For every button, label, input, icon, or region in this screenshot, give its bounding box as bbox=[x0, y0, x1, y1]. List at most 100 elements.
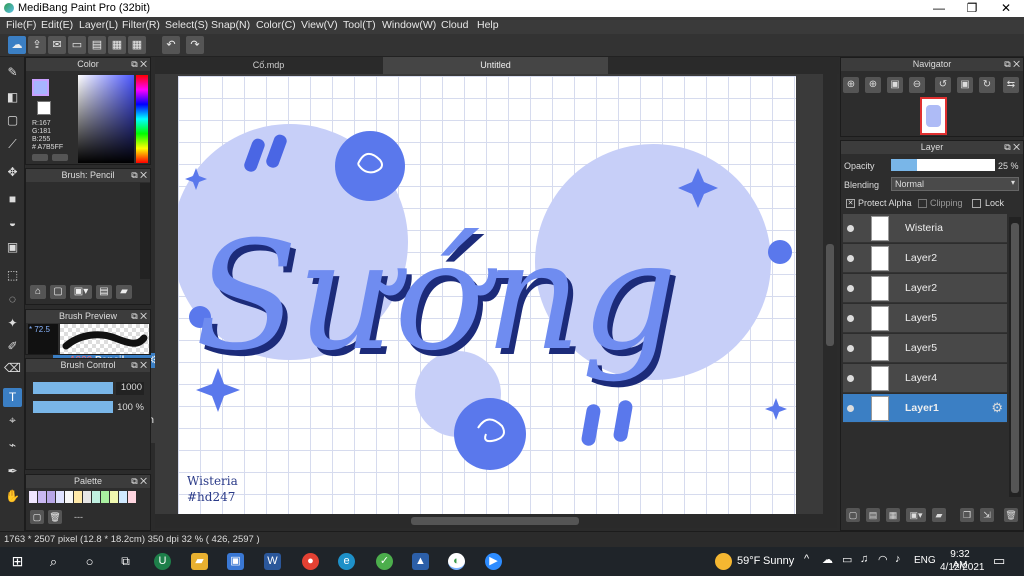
zoom-in-icon[interactable]: ⊕ bbox=[843, 77, 859, 93]
vertical-scrollbar[interactable] bbox=[823, 74, 837, 514]
undo-icon[interactable]: ↶ bbox=[162, 36, 180, 54]
delete-palette-icon[interactable]: 🗑 bbox=[48, 510, 62, 524]
magic-wand-icon[interactable]: ✦ bbox=[3, 314, 22, 333]
new-halftone-layer-icon[interactable]: ▤ bbox=[866, 508, 880, 522]
eye-icon[interactable] bbox=[847, 345, 854, 352]
eye-icon[interactable] bbox=[847, 375, 854, 382]
new-brush-icon[interactable]: ▢ bbox=[50, 285, 66, 299]
layer-row[interactable]: Layer2 bbox=[843, 274, 1007, 303]
secondary-color-swatch[interactable] bbox=[37, 101, 51, 115]
eye-icon[interactable] bbox=[847, 285, 854, 292]
brush-opacity-slider[interactable] bbox=[33, 401, 113, 413]
edge-icon[interactable]: e bbox=[338, 553, 355, 570]
layer-row[interactable]: Layer2 bbox=[843, 244, 1007, 273]
menu-file[interactable]: File(F) bbox=[6, 19, 36, 31]
palette-swatch[interactable] bbox=[119, 491, 127, 503]
merge-layer-icon[interactable]: ⇲ bbox=[980, 508, 994, 522]
canvas-viewport[interactable]: Sướng Sướng Wisteria #hd247 bbox=[155, 74, 823, 514]
saturation-value-picker[interactable] bbox=[78, 75, 134, 163]
pages-icon[interactable]: ▦ bbox=[108, 36, 126, 54]
palette-swatch[interactable] bbox=[56, 491, 64, 503]
weather-temp[interactable]: 59°F bbox=[737, 555, 760, 567]
color-mode-button[interactable] bbox=[32, 154, 48, 161]
menu-edit[interactable]: Edit(E) bbox=[41, 19, 73, 31]
restore-button[interactable]: ❐ bbox=[955, 0, 989, 17]
brush-tool-icon[interactable]: ✎ bbox=[3, 63, 22, 82]
brush-scrollbar[interactable] bbox=[140, 183, 150, 279]
opacity-slider[interactable] bbox=[891, 159, 995, 171]
brush-size-value[interactable]: 1000 bbox=[116, 382, 144, 395]
hue-slider[interactable] bbox=[136, 75, 148, 163]
horizontal-scrollbar[interactable] bbox=[155, 514, 837, 528]
onedrive-icon[interactable]: ☁ bbox=[822, 553, 833, 566]
search-icon[interactable]: ⌕ bbox=[45, 553, 62, 570]
menu-color[interactable]: Color(C) bbox=[256, 19, 296, 31]
weather-text[interactable]: Sunny bbox=[763, 555, 794, 567]
file-explorer-icon[interactable]: ▰ bbox=[191, 553, 208, 570]
task-view-icon[interactable]: ⧉ bbox=[117, 553, 134, 570]
layer-row[interactable]: Layer1 ⚙ bbox=[843, 394, 1007, 423]
gradient-tool-icon[interactable]: ▣ bbox=[3, 238, 22, 257]
zoom-in-alt-icon[interactable]: ⊕ bbox=[865, 77, 881, 93]
palette-swatch[interactable] bbox=[128, 491, 136, 503]
panel-close-icon[interactable]: ⧉ ✕ bbox=[1004, 58, 1020, 71]
panel-close-icon[interactable]: ⧉ ✕ bbox=[131, 58, 147, 71]
tab-co-mdp[interactable]: Cố.mdp bbox=[155, 57, 382, 74]
eraser-tool-icon[interactable]: ◧ bbox=[3, 88, 22, 107]
windows-start-icon[interactable]: ⊞ bbox=[9, 553, 26, 570]
fill-rect-icon[interactable]: ■ bbox=[3, 190, 22, 209]
eyedropper-icon[interactable]: ⌁ bbox=[3, 436, 22, 455]
vertical-scroll-thumb[interactable] bbox=[826, 244, 834, 346]
menu-tool[interactable]: Tool(T) bbox=[343, 19, 376, 31]
rotate-right-icon[interactable]: ↻ bbox=[979, 77, 995, 93]
reset-view-icon[interactable]: ▣ bbox=[957, 77, 973, 93]
duplicate-layer-icon[interactable]: ❐ bbox=[960, 508, 974, 522]
menu-window[interactable]: Window(W) bbox=[382, 19, 436, 31]
hand-tool-icon[interactable]: ✋ bbox=[3, 487, 22, 506]
lock-checkbox[interactable] bbox=[972, 199, 981, 208]
brush-menu-icon[interactable]: ▣▾ bbox=[70, 285, 92, 299]
battery-icon[interactable]: ▭ bbox=[842, 553, 852, 566]
panel-close-icon[interactable]: ⧉ ✕ bbox=[1004, 141, 1020, 154]
flip-icon[interactable]: ⇆ bbox=[1003, 77, 1019, 93]
panel-close-icon[interactable]: ⧉ ✕ bbox=[131, 310, 147, 323]
folder-icon[interactable]: ▰ bbox=[932, 508, 946, 522]
menu-filter[interactable]: Filter(R) bbox=[122, 19, 160, 31]
chrome-icon[interactable]: ● bbox=[302, 553, 319, 570]
tab-untitled[interactable]: Untitled bbox=[383, 57, 608, 74]
lasso-icon[interactable]: ◌ bbox=[3, 290, 22, 309]
palette-swatch[interactable] bbox=[83, 491, 91, 503]
comment-icon[interactable]: ✉ bbox=[48, 36, 66, 54]
palette-swatch[interactable] bbox=[92, 491, 100, 503]
clipping-checkbox[interactable] bbox=[918, 199, 927, 208]
menu-help[interactable]: Help bbox=[477, 19, 499, 31]
layer-row[interactable]: Layer4 bbox=[843, 364, 1007, 393]
brush-size-slider[interactable] bbox=[33, 382, 113, 394]
share-icon[interactable]: ⇪ bbox=[28, 36, 46, 54]
delete-layer-icon[interactable]: 🗑 bbox=[1004, 508, 1018, 522]
palette-swatch[interactable] bbox=[101, 491, 109, 503]
new-layer-icon[interactable]: ▢ bbox=[846, 508, 860, 522]
store-icon[interactable]: ▣ bbox=[227, 553, 244, 570]
eye-icon[interactable] bbox=[847, 255, 854, 262]
select-eraser-icon[interactable]: ⌫ bbox=[3, 359, 22, 378]
color-swap-button[interactable] bbox=[52, 154, 68, 161]
panel-close-icon[interactable]: ⧉ ✕ bbox=[131, 359, 147, 372]
layer-row[interactable]: Layer5 bbox=[843, 304, 1007, 333]
rect-tool-icon[interactable]: ▢ bbox=[3, 111, 22, 130]
palette-swatch[interactable] bbox=[74, 491, 82, 503]
menu-layer[interactable]: Layer(L) bbox=[79, 19, 118, 31]
redo-icon[interactable]: ↷ bbox=[186, 36, 204, 54]
cortana-icon[interactable]: ○ bbox=[81, 553, 98, 570]
select-rect-icon[interactable]: ⬚ bbox=[3, 266, 22, 285]
chevron-up-icon[interactable]: ^ bbox=[804, 553, 809, 565]
network-icon[interactable]: ◠ bbox=[878, 553, 888, 566]
move-tool-icon[interactable]: ✥ bbox=[3, 163, 22, 182]
text-tool-icon[interactable]: T bbox=[3, 388, 22, 407]
word-icon[interactable]: W bbox=[264, 553, 281, 570]
palette-swatch[interactable] bbox=[65, 491, 73, 503]
bucket-tool-icon[interactable]: ◒ bbox=[3, 214, 22, 233]
menu-select[interactable]: Select(S) bbox=[165, 19, 208, 31]
select-pen-icon[interactable]: ✐ bbox=[3, 337, 22, 356]
brush-folder-icon[interactable]: ▰ bbox=[116, 285, 132, 299]
